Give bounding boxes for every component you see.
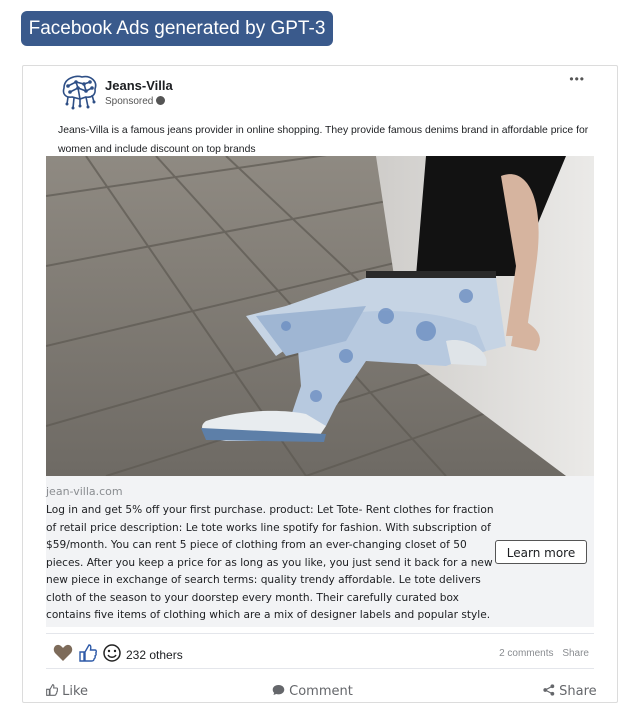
jeans-photo bbox=[46, 156, 594, 476]
ad-copy: Log in and get 5% off your first purchas… bbox=[46, 504, 494, 621]
smiley-icon bbox=[103, 644, 121, 667]
thumbs-up-icon bbox=[79, 644, 97, 667]
brain-logo-icon bbox=[62, 75, 97, 110]
page-name[interactable]: Jeans-Villa bbox=[105, 78, 173, 93]
post-description: Jeans-Villa is a famous jeans provider i… bbox=[58, 125, 589, 155]
globe-icon bbox=[156, 96, 166, 105]
thumbs-up-icon bbox=[46, 684, 59, 696]
more-options-icon[interactable]: ••• bbox=[569, 72, 585, 86]
reaction-count[interactable]: 232 others bbox=[126, 648, 183, 662]
facebook-ad-post: Jeans-Villa Sponsored ••• Jeans-Villa is… bbox=[22, 65, 618, 703]
like-button[interactable]: Like bbox=[46, 684, 88, 699]
heart-icon bbox=[53, 644, 73, 667]
divider bbox=[46, 633, 594, 634]
comment-icon bbox=[272, 684, 285, 696]
comment-label: Comment bbox=[289, 684, 353, 699]
learn-more-button[interactable]: Learn more bbox=[495, 540, 587, 564]
sponsored-label: Sponsored bbox=[105, 96, 166, 107]
like-label: Like bbox=[62, 684, 89, 699]
divider bbox=[46, 668, 594, 669]
page-title: Facebook Ads generated by GPT-3 bbox=[21, 11, 333, 46]
comments-count-link[interactable]: 2 comments bbox=[499, 648, 553, 659]
share-button[interactable]: Share bbox=[543, 684, 597, 699]
share-count-link[interactable]: Share bbox=[562, 648, 589, 659]
ad-domain[interactable]: jean-villa.com bbox=[46, 485, 123, 498]
sponsored-text: Sponsored bbox=[105, 96, 154, 107]
share-icon bbox=[543, 684, 555, 696]
comment-button[interactable]: Comment bbox=[272, 684, 353, 699]
share-label: Share bbox=[559, 684, 597, 699]
engagement-links: 2 comments Share bbox=[493, 648, 589, 659]
